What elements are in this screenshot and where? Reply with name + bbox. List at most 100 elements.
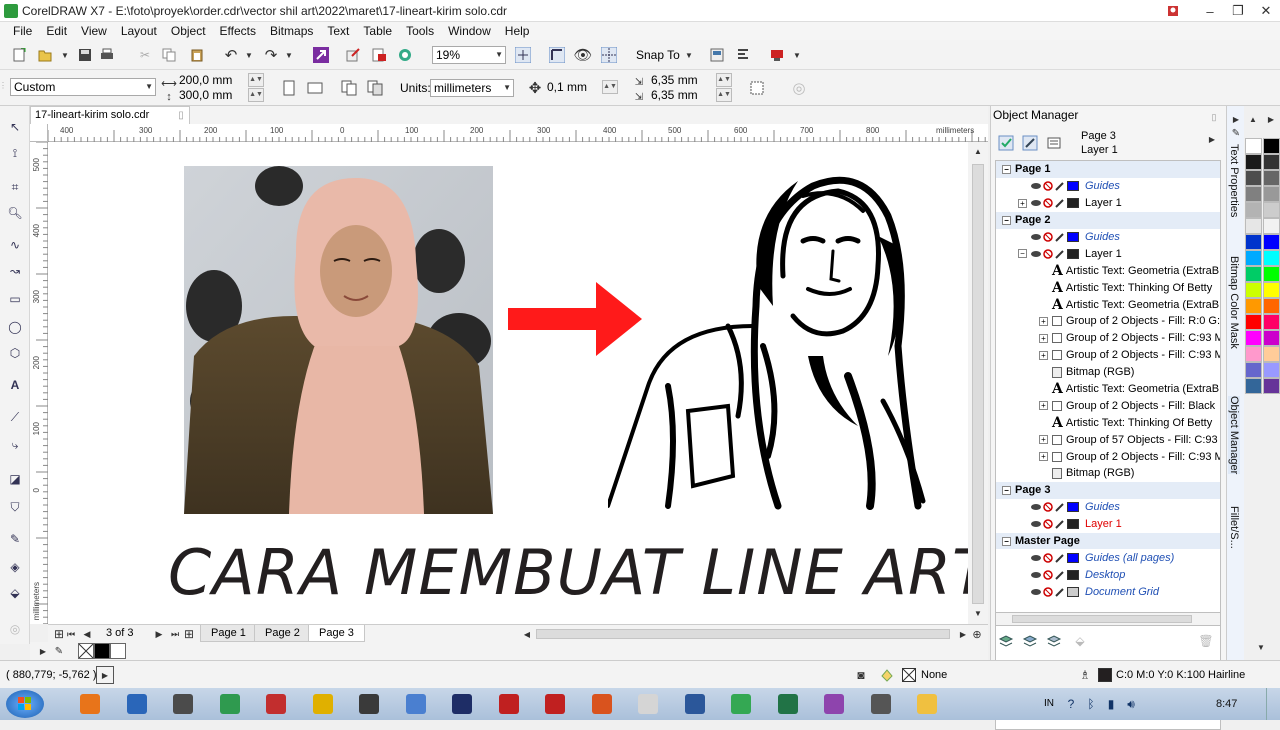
- visibility-eye-icon[interactable]: [1031, 553, 1041, 563]
- line-art-illustration[interactable]: [608, 156, 933, 521]
- lock-pencil-icon[interactable]: [1055, 519, 1065, 529]
- white-swatch[interactable]: [110, 643, 126, 659]
- treat-as-filled-icon[interactable]: [748, 79, 766, 97]
- zoom-navigator-icon[interactable]: ⊕: [968, 625, 986, 643]
- current-page-icon[interactable]: [366, 79, 384, 97]
- print-icon[interactable]: [98, 46, 116, 64]
- expand-icon[interactable]: +: [1039, 435, 1048, 445]
- expand-icon[interactable]: +: [1039, 333, 1048, 343]
- palette-color-swatch[interactable]: [1245, 202, 1262, 218]
- canvas-title-text[interactable]: CARA MEMBUAT LINE ART: [168, 536, 968, 609]
- page-height-field[interactable]: 300,0 mm: [176, 87, 246, 105]
- new-master-layer-icon[interactable]: [1021, 632, 1039, 650]
- om-layer-row[interactable]: − Layer 1: [996, 245, 1220, 262]
- lock-pencil-icon[interactable]: [1055, 198, 1065, 208]
- palette-color-swatch[interactable]: [1245, 218, 1262, 234]
- launcher-icon[interactable]: [768, 46, 786, 64]
- transparency-tool-icon[interactable]: ⛉: [6, 498, 24, 516]
- landscape-icon[interactable]: [306, 79, 324, 97]
- palette-color-swatch[interactable]: [1245, 154, 1262, 170]
- import-icon[interactable]: [312, 46, 330, 64]
- om-object-row[interactable]: + Group of 2 Objects - Fill: C:93 M: [996, 347, 1220, 364]
- application-launcher-icon[interactable]: [396, 46, 414, 64]
- scroll-down-icon[interactable]: ▼: [969, 604, 987, 622]
- black-swatch[interactable]: [94, 643, 110, 659]
- page-height-stepper[interactable]: ▲▼: [248, 88, 264, 102]
- om-object-row[interactable]: A Artistic Text: Geometria (ExtraB: [996, 262, 1220, 279]
- om-object-row[interactable]: A Artistic Text: Geometria (ExtraB: [996, 381, 1220, 398]
- layer-color-swatch[interactable]: [1067, 552, 1079, 563]
- bluetooth-tray-icon[interactable]: ᛒ: [1082, 695, 1100, 713]
- printable-icon[interactable]: [1043, 181, 1053, 192]
- expand-icon[interactable]: +: [1039, 316, 1048, 326]
- taskbar-app-icon[interactable]: [498, 694, 519, 714]
- lock-pencil-icon[interactable]: [1055, 232, 1065, 242]
- rectangle-tool-icon[interactable]: ▭: [6, 290, 24, 308]
- om-layer-row[interactable]: Guides: [996, 178, 1220, 195]
- smart-fill-tool-icon[interactable]: ⬙: [6, 584, 24, 602]
- polygon-tool-icon[interactable]: ⬡: [6, 344, 24, 362]
- start-button[interactable]: [6, 690, 44, 718]
- menu-tools[interactable]: Tools: [399, 24, 441, 38]
- previous-page-icon[interactable]: ◀: [78, 625, 96, 643]
- layer-color-swatch[interactable]: [1067, 502, 1079, 513]
- visibility-eye-icon[interactable]: [1031, 519, 1041, 529]
- expand-icon[interactable]: +: [1039, 452, 1048, 462]
- collapse-icon[interactable]: −: [1002, 215, 1011, 225]
- fill-swatch[interactable]: [902, 668, 916, 682]
- duplicate-x-stepper[interactable]: ▲▼: [716, 73, 732, 87]
- redo-icon[interactable]: ↷: [262, 46, 280, 64]
- palette-color-swatch[interactable]: [1263, 282, 1280, 298]
- options-icon[interactable]: [708, 46, 726, 64]
- pick-tool-icon[interactable]: ↖: [6, 118, 24, 136]
- object-tree-hscroll-thumb[interactable]: [1012, 615, 1192, 623]
- user-icon[interactable]: [1164, 0, 1182, 22]
- portrait-photo-bitmap[interactable]: [184, 166, 493, 514]
- taskbar-app-icon[interactable]: [126, 694, 147, 714]
- lock-pencil-icon[interactable]: [1055, 181, 1065, 192]
- launcher-dropdown-icon[interactable]: ▼: [788, 46, 806, 64]
- printable-icon[interactable]: [1043, 519, 1053, 529]
- expand-icon[interactable]: +: [1039, 401, 1048, 411]
- lock-pencil-icon[interactable]: [1055, 553, 1065, 563]
- om-object-row[interactable]: A Artistic Text: Geometria (ExtraB: [996, 296, 1220, 313]
- taskbar-app-icon[interactable]: [80, 694, 100, 714]
- expand-icon[interactable]: −: [1018, 249, 1027, 259]
- move-to-master-icon[interactable]: ⬙: [1071, 632, 1089, 650]
- docker-tab-object-manager[interactable]: Object Manager: [1228, 396, 1240, 475]
- om-object-row[interactable]: Bitmap (RGB): [996, 364, 1220, 381]
- om-object-row[interactable]: + Group of 2 Objects - Fill: C:93 M: [996, 448, 1220, 465]
- om-layer-row[interactable]: Guides: [996, 499, 1220, 516]
- page-tab-2[interactable]: Page 2: [254, 625, 311, 642]
- quick-customize-toolbox-icon[interactable]: ◎: [6, 620, 24, 638]
- scroll-left-icon[interactable]: ◀: [518, 625, 536, 643]
- export-icon[interactable]: [344, 46, 362, 64]
- volume-tray-icon[interactable]: 🔊︎: [1122, 695, 1140, 713]
- object-properties-icon[interactable]: [997, 134, 1015, 152]
- visibility-eye-icon[interactable]: [1031, 232, 1041, 242]
- palette-color-swatch[interactable]: [1263, 314, 1280, 330]
- nudge-distance-field[interactable]: 0,1 mm: [544, 79, 600, 97]
- palette-scroll-down-icon[interactable]: ▼: [1252, 638, 1270, 656]
- om-object-row[interactable]: + Group of 2 Objects - Fill: C:93 M: [996, 330, 1220, 347]
- palette-color-swatch[interactable]: [1263, 266, 1280, 282]
- snap-to-dropdown-icon[interactable]: ▼: [680, 46, 698, 64]
- clock[interactable]: 8:47: [1216, 698, 1237, 710]
- palette-color-swatch[interactable]: [1263, 218, 1280, 234]
- connector-tool-icon[interactable]: ⤷: [6, 436, 24, 454]
- palette-color-swatch[interactable]: [1245, 170, 1262, 186]
- docker-tab-bitmap-color-mask[interactable]: Bitmap Color Mask: [1228, 256, 1240, 349]
- taskbar-app-icon[interactable]: [173, 694, 193, 714]
- om-layer-row[interactable]: Document Grid: [996, 583, 1220, 600]
- menu-view[interactable]: View: [74, 24, 114, 38]
- lock-pencil-icon[interactable]: [1055, 570, 1065, 580]
- publish-pdf-icon[interactable]: [370, 46, 388, 64]
- zoom-level-combo[interactable]: 19% ▼: [432, 46, 506, 64]
- om-layer-row[interactable]: Guides: [996, 229, 1220, 246]
- expand-icon[interactable]: +: [1039, 350, 1048, 360]
- visibility-eye-icon[interactable]: [1031, 181, 1041, 191]
- outline-swatch[interactable]: [1098, 668, 1112, 682]
- redo-dropdown-icon[interactable]: ▼: [280, 46, 298, 64]
- layer-color-swatch[interactable]: [1067, 569, 1079, 580]
- new-master-layer-all-icon[interactable]: [1045, 632, 1063, 650]
